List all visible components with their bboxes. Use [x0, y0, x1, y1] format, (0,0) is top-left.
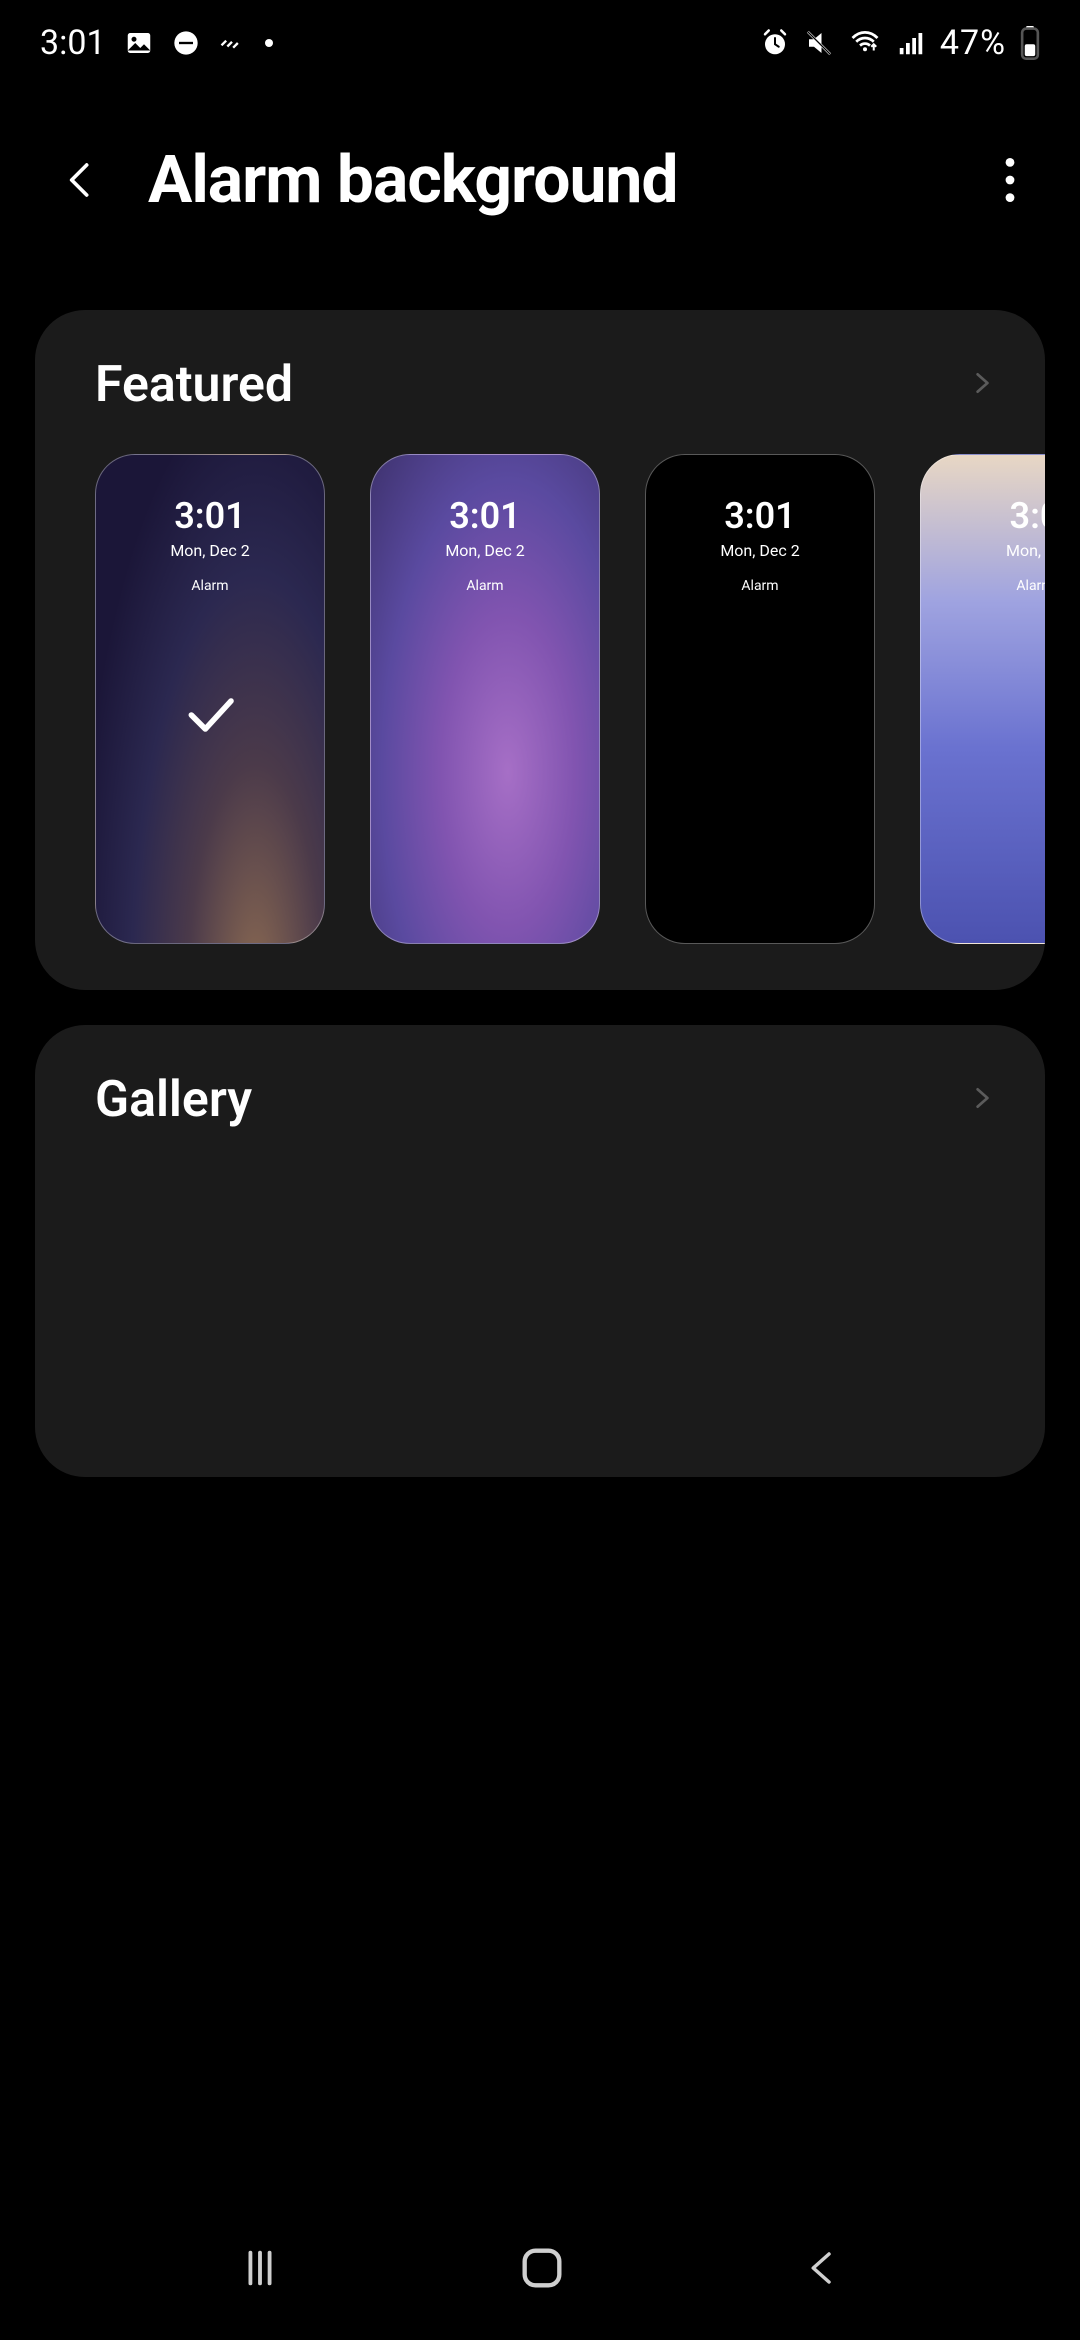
- thumb-time: 3:01: [449, 495, 521, 537]
- gallery-header[interactable]: Gallery: [35, 1071, 1045, 1129]
- dot-icon: [264, 38, 274, 48]
- battery-percent: 47%: [940, 23, 1006, 63]
- status-time: 3:01: [40, 23, 106, 63]
- featured-section: Featured 3:01 Mon, Dec 2 Alarm 3:01 Mon,…: [35, 310, 1045, 990]
- title-row: Alarm background: [0, 85, 1080, 275]
- thumb-label: Alarm: [1016, 578, 1045, 594]
- more-options-button[interactable]: [980, 150, 1040, 210]
- thumb-time: 3:01: [174, 495, 246, 537]
- featured-title: Featured: [95, 356, 293, 414]
- selected-check-icon: [175, 687, 245, 747]
- featured-thumb[interactable]: 3:01 Mon, Dec 2 Alarm: [645, 454, 875, 944]
- gallery-section: Gallery: [35, 1025, 1045, 1477]
- page-title: Alarm background: [148, 142, 942, 219]
- featured-thumb[interactable]: 3:0 Mon, De Alarm Vi: [920, 454, 1045, 944]
- featured-header[interactable]: Featured: [35, 356, 1045, 414]
- thumb-date: Mon, Dec 2: [170, 541, 249, 560]
- thumb-time: 3:0: [1010, 495, 1045, 537]
- battery-icon: [1020, 26, 1040, 60]
- thumb-time: 3:01: [724, 495, 796, 537]
- nav-recents-button[interactable]: [237, 2245, 283, 2295]
- thumb-date: Mon, Dec 2: [445, 541, 524, 560]
- thumb-label: Alarm: [741, 578, 778, 594]
- thumb-label: Alarm: [466, 578, 503, 594]
- nav-back-button[interactable]: [801, 2244, 843, 2296]
- chevron-right-icon: [969, 363, 995, 407]
- thumb-date: Mon, De: [1006, 541, 1045, 560]
- featured-thumb[interactable]: 3:01 Mon, Dec 2 Alarm: [95, 454, 325, 944]
- activity-icon: [218, 29, 246, 57]
- nav-home-button[interactable]: [516, 2242, 568, 2298]
- system-nav-bar: [0, 2200, 1080, 2340]
- back-button[interactable]: [50, 150, 110, 210]
- signal-icon: [896, 28, 926, 58]
- status-bar: 3:01 47%: [0, 0, 1080, 85]
- status-left: 3:01: [40, 23, 274, 63]
- picture-icon: [124, 28, 154, 58]
- status-right: 47%: [760, 23, 1040, 63]
- thumb-label: Alarm: [191, 578, 228, 594]
- featured-thumbs[interactable]: 3:01 Mon, Dec 2 Alarm 3:01 Mon, Dec 2 Al…: [35, 454, 1045, 944]
- thumb-date: Mon, Dec 2: [720, 541, 799, 560]
- alarm-icon: [760, 28, 790, 58]
- featured-thumb[interactable]: 3:01 Mon, Dec 2 Alarm: [370, 454, 600, 944]
- gallery-title: Gallery: [95, 1071, 252, 1129]
- dnd-icon: [172, 29, 200, 57]
- mute-icon: [804, 28, 834, 58]
- chevron-right-icon: [969, 1078, 995, 1122]
- wifi-icon: [848, 28, 882, 58]
